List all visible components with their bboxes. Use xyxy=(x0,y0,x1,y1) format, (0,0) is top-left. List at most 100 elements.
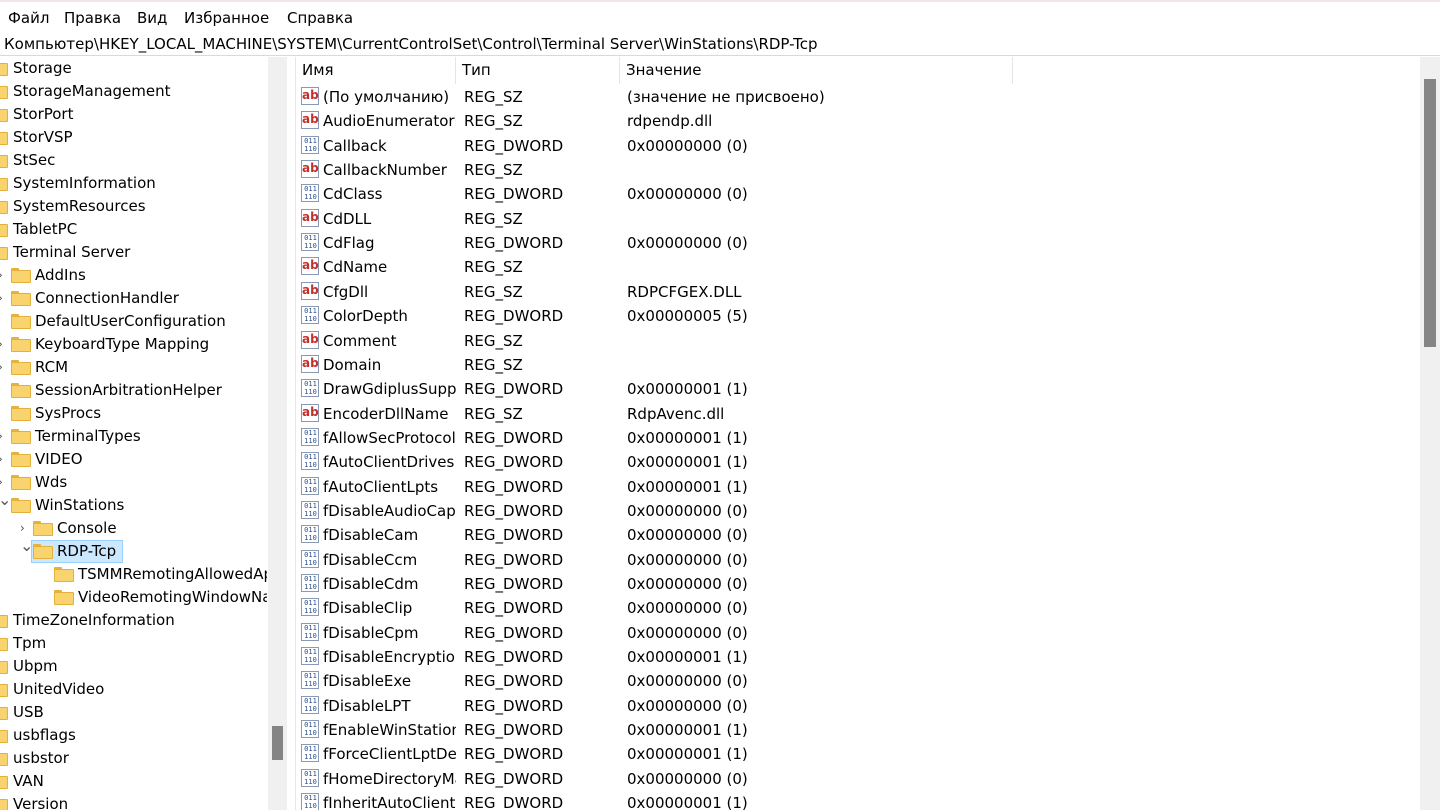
value-data: 0x00000000 (0) xyxy=(627,575,748,593)
value-name: fDisableClip xyxy=(323,599,413,618)
chevron-right-icon[interactable]: › xyxy=(0,476,8,488)
value-row[interactable]: ab CallbackNumber REG_SZ xyxy=(296,158,1420,182)
chevron-right-icon[interactable]: › xyxy=(0,453,8,465)
value-row[interactable]: 011 110 fEnableWinStation REG_DWORD 0x000000… xyxy=(296,718,1420,742)
value-row[interactable]: 011 110 fForceClientLptDef REG_DWORD 0x00000… xyxy=(296,742,1420,766)
value-row[interactable]: 011 110 fInheritAutoClient REG_DWORD 0x00000… xyxy=(296,791,1420,810)
value-row[interactable]: 011 110 fDisableEncryption REG_DWORD 0x00000… xyxy=(296,645,1420,669)
value-row[interactable]: abAudioEnumeratorDll REG_SZ rdpendp.dll xyxy=(296,109,1420,133)
tree-item[interactable]: › ConnectionHandler xyxy=(0,287,267,310)
chevron-right-icon[interactable]: › xyxy=(0,338,8,350)
value-row[interactable]: 011 110 ColorDepth REG_DWORD 0x00000005 (5) xyxy=(296,304,1420,328)
tree-item[interactable]: › VIDEO xyxy=(0,448,267,471)
chevron-right-icon[interactable]: › xyxy=(0,361,8,373)
folder-icon xyxy=(0,61,8,76)
chevron-right-icon[interactable]: › xyxy=(0,269,8,281)
tree-item[interactable]: SystemResources xyxy=(0,195,267,218)
value-row[interactable]: ab CdName REG_SZ xyxy=(296,255,1420,279)
tree-item[interactable]: StorageManagement xyxy=(0,80,267,103)
tree-item[interactable]: › KeyboardType Mapping xyxy=(0,333,267,356)
value-row[interactable]: ab CdDLL REG_SZ xyxy=(296,207,1420,231)
tree-item[interactable]: SessionArbitrationHelper xyxy=(0,379,267,402)
tree-item[interactable]: Storage xyxy=(0,57,267,80)
column-header-type[interactable]: Тип xyxy=(456,57,620,84)
value-row[interactable]: 011 110 fAutoClientLpts REG_DWORD 0x00000001… xyxy=(296,475,1420,499)
tree-item[interactable]: Tpm xyxy=(0,632,267,655)
tree-item[interactable]: StSec xyxy=(0,149,267,172)
value-row[interactable]: 011110DrawGdiplusSupportLevel REG_DWORD 0x… xyxy=(296,377,1420,401)
tree-item[interactable]: Version xyxy=(0,793,267,810)
value-row[interactable]: 011 110 fDisableLPT REG_DWORD 0x00000000 (0) xyxy=(296,694,1420,718)
value-row[interactable]: ab Domain REG_SZ xyxy=(296,353,1420,377)
tree-item[interactable]: UnitedVideo xyxy=(0,678,267,701)
tree-item-label: Wds xyxy=(35,473,68,491)
menu-view[interactable]: Вид xyxy=(137,8,167,28)
address-path[interactable]: Компьютер\HKEY_LOCAL_MACHINE\SYSTEM\Curr… xyxy=(4,34,818,54)
chevron-down-icon[interactable]: ⌄ xyxy=(0,492,11,508)
tree-item[interactable]: VAN xyxy=(0,770,267,793)
value-row[interactable]: 011110fDisableAudioCapture REG_DWORD 0x000… xyxy=(296,499,1420,523)
chevron-right-icon[interactable]: › xyxy=(20,522,30,534)
tree-item[interactable]: TabletPC xyxy=(0,218,267,241)
chevron-down-icon[interactable]: ⌄ xyxy=(20,538,33,554)
tree-item[interactable]: usbflags xyxy=(0,724,267,747)
column-header-name[interactable]: Имя xyxy=(296,57,456,84)
menu-help[interactable]: Справка xyxy=(287,8,353,28)
values-scrollbar[interactable] xyxy=(1420,57,1440,810)
value-row[interactable]: 011110fHomeDirectoryMapRoot REG_DWORD 0x00… xyxy=(296,767,1420,791)
tree-scrollbar-thumb[interactable] xyxy=(272,726,283,760)
folder-icon xyxy=(11,337,31,352)
address-bar[interactable]: Компьютер\HKEY_LOCAL_MACHINE\SYSTEM\Curr… xyxy=(0,33,1440,56)
tree-item[interactable]: › TerminalTypes xyxy=(0,425,267,448)
tree-item[interactable]: DefaultUserConfiguration xyxy=(0,310,267,333)
value-name: CdDLL xyxy=(323,209,372,228)
tree-item[interactable]: › AddIns xyxy=(0,264,267,287)
value-row[interactable]: 011 110 fAutoClientDrives REG_DWORD 0x000000… xyxy=(296,450,1420,474)
pane-splitter[interactable] xyxy=(287,57,296,810)
tree-item[interactable]: › Wds xyxy=(0,471,267,494)
tree-item[interactable]: › RCM xyxy=(0,356,267,379)
tree-item[interactable]: TSMMRemotingAllowedApps xyxy=(0,563,267,586)
value-row[interactable]: 011 110 fDisableCcm REG_DWORD 0x00000000 (0) xyxy=(296,548,1420,572)
value-row[interactable]: 011 110 Callback REG_DWORD 0x00000000 (0) xyxy=(296,134,1420,158)
tree-item[interactable]: SystemInformation xyxy=(0,172,267,195)
value-row[interactable]: 011 110 fDisableCpm REG_DWORD 0x00000000 (0) xyxy=(296,621,1420,645)
chevron-right-icon[interactable]: › xyxy=(0,430,8,442)
value-row[interactable]: 011 110 fDisableCam REG_DWORD 0x00000000 (0) xyxy=(296,523,1420,547)
value-row[interactable]: 011110fAllowSecProtocolNegotiation REG_DW… xyxy=(296,426,1420,450)
tree-item[interactable]: ⌄ WinStations xyxy=(0,492,267,517)
tree-item[interactable]: VideoRemotingWindowNames xyxy=(0,586,267,609)
value-row[interactable]: ab Comment REG_SZ xyxy=(296,329,1420,353)
tree-item[interactable]: StorPort xyxy=(0,103,267,126)
tree-scrollbar[interactable] xyxy=(268,57,287,810)
menu-edit[interactable]: Правка xyxy=(64,8,121,28)
value-row[interactable]: ab EncoderDllName REG_SZ RdpAvenc.dll xyxy=(296,402,1420,426)
value-name: AudioEnumeratorDll xyxy=(323,112,456,131)
value-row[interactable]: 011 110 fDisableClip REG_DWORD 0x00000000 (0… xyxy=(296,596,1420,620)
values-scrollbar-thumb[interactable] xyxy=(1424,79,1436,347)
column-header-value[interactable]: Значение xyxy=(620,57,1013,84)
tree-item[interactable]: USB xyxy=(0,701,267,724)
tree-item[interactable]: usbstor xyxy=(0,747,267,770)
value-row[interactable]: ab CfgDll REG_SZ RDPCFGEX.DLL xyxy=(296,280,1420,304)
value-row[interactable]: ab (По умолчанию) REG_SZ (значение не присв… xyxy=(296,85,1420,109)
menu-file[interactable]: Файл xyxy=(8,8,49,28)
menu-favorites[interactable]: Избранное xyxy=(184,8,269,28)
value-row[interactable]: 011 110 fDisableCdm REG_DWORD 0x00000000 (0) xyxy=(296,572,1420,596)
tree-item[interactable]: StorVSP xyxy=(0,126,267,149)
tree-item[interactable]: › Console xyxy=(0,517,267,540)
tree-item[interactable]: SysProcs xyxy=(0,402,267,425)
tree-item-label: UnitedVideo xyxy=(13,680,105,698)
value-type: REG_DWORD xyxy=(464,696,564,715)
binary-value-icon: 011 110 xyxy=(301,768,319,787)
tree-item[interactable]: Ubpm xyxy=(0,655,267,678)
tree-item[interactable]: ⌄ RDP-Tcp xyxy=(0,538,267,563)
value-row[interactable]: 011 110 CdClass REG_DWORD 0x00000000 (0) xyxy=(296,182,1420,206)
value-row[interactable]: 011 110 fDisableExe REG_DWORD 0x00000000 (0) xyxy=(296,669,1420,693)
value-name: fHomeDirectoryMapRoot xyxy=(323,769,456,788)
tree-item[interactable]: Terminal Server xyxy=(0,241,267,264)
chevron-right-icon[interactable]: › xyxy=(0,292,8,304)
tree-item[interactable]: TimeZoneInformation xyxy=(0,609,267,632)
value-row[interactable]: 011 110 CdFlag REG_DWORD 0x00000000 (0) xyxy=(296,231,1420,255)
folder-icon xyxy=(11,429,31,444)
